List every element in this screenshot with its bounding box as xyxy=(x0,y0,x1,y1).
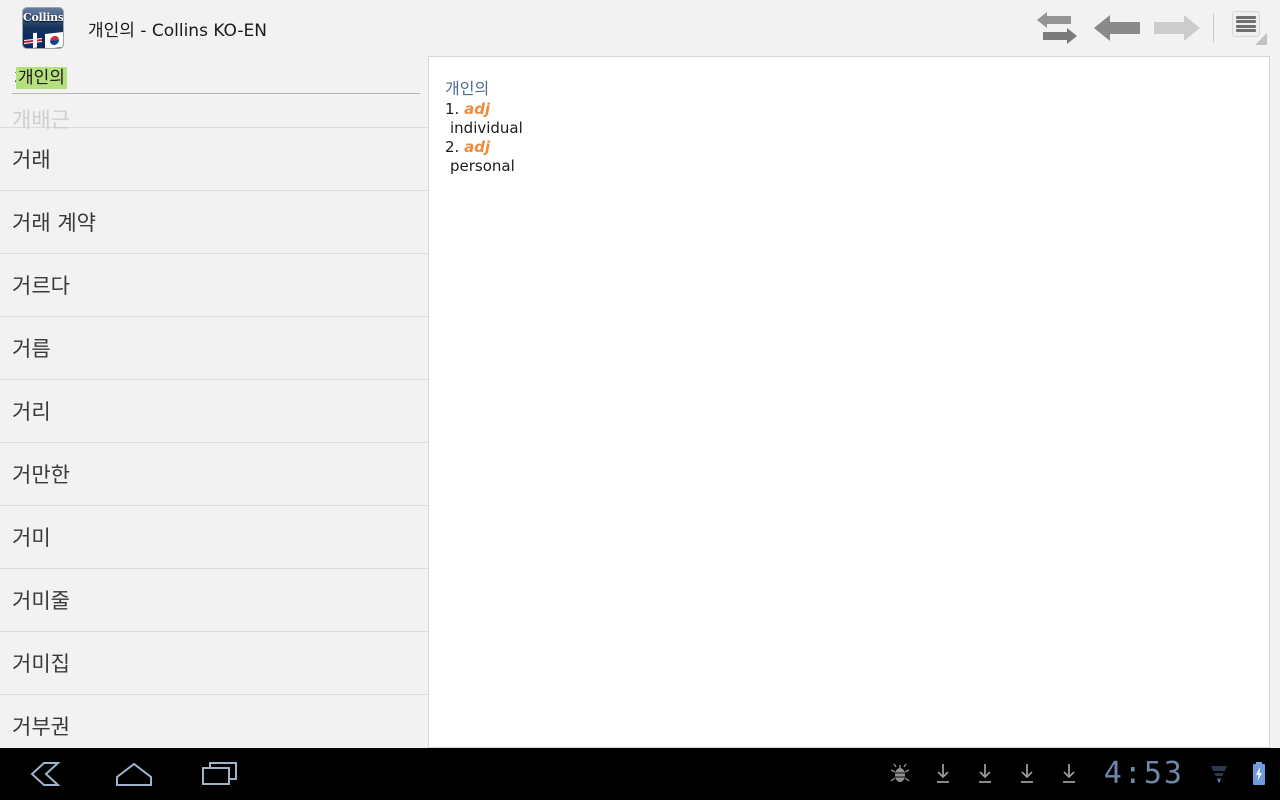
entry-headword: 개인의 xyxy=(445,79,490,98)
arrow-right-icon xyxy=(1154,15,1200,41)
sense-translation: personal xyxy=(450,157,515,175)
word-list[interactable]: 개배근 거래 거래 계약 거르다 거름 거리 거만한 거미 거미줄 거미집 거부… xyxy=(0,87,428,748)
definition-panel: 개인의 1. adj individual 2. adj personal xyxy=(428,56,1270,748)
search-input[interactable] xyxy=(12,64,420,94)
page-title: 개인의 - Collins KO-EN xyxy=(88,20,268,41)
back-button[interactable] xyxy=(1087,5,1147,51)
signal-triangle-icon xyxy=(1211,766,1227,783)
status-clock: 4:53 xyxy=(1103,756,1184,791)
hamburger-menu-icon xyxy=(1232,10,1268,46)
battery-charging-icon xyxy=(1252,762,1266,786)
dictionary-app-window: Collins 개인의 - Collins KO-EN 개배근 거래 거래 계약… xyxy=(0,0,1280,800)
download-arrow-icon xyxy=(936,764,949,783)
korea-flag-icon xyxy=(45,32,63,48)
part-of-speech: adj xyxy=(464,100,491,118)
list-item-label: 거래 xyxy=(12,148,51,172)
back-chevron-icon xyxy=(30,762,61,786)
sense-row: 1. adj xyxy=(445,100,1269,119)
list-item[interactable]: 거래 xyxy=(0,128,428,191)
dropdown-corner-icon xyxy=(1255,33,1267,45)
list-item-label: 개배근 xyxy=(12,108,70,132)
list-item[interactable]: 거미집 xyxy=(0,632,428,695)
list-item-label: 거만한 xyxy=(12,463,70,487)
collins-dictionary-icon: Collins xyxy=(22,7,64,49)
list-item-label: 거름 xyxy=(12,337,51,361)
swap-arrows-icon xyxy=(1035,9,1079,47)
toolbar-divider xyxy=(1213,13,1214,43)
list-item-label: 거리 xyxy=(12,400,51,424)
list-item[interactable]: 거부권 xyxy=(0,695,428,748)
dictionary-entry: 개인의 1. adj individual 2. adj personal xyxy=(429,57,1269,176)
arrow-left-icon xyxy=(1094,15,1140,41)
list-item-label: 거미줄 xyxy=(12,589,70,613)
list-item[interactable]: 거름 xyxy=(0,317,428,380)
android-back-button[interactable] xyxy=(24,757,72,791)
search-selected-text: 개인의 xyxy=(16,67,67,89)
list-item[interactable]: 거리 xyxy=(0,380,428,443)
part-of-speech: adj xyxy=(464,138,491,156)
android-system-bar: 4:53 xyxy=(0,748,1280,800)
list-item-label: 거미 xyxy=(12,526,51,550)
icon-flags xyxy=(23,29,63,48)
download-arrow-icon xyxy=(1062,764,1075,783)
list-item-label: 거르다 xyxy=(12,274,70,298)
sense-translation: individual xyxy=(450,119,523,137)
forward-button[interactable] xyxy=(1147,5,1207,51)
toolbar xyxy=(1027,0,1280,56)
swap-languages-button[interactable] xyxy=(1027,5,1087,51)
menu-button[interactable] xyxy=(1220,5,1280,51)
list-item-label: 거부권 xyxy=(12,715,70,739)
list-item[interactable]: 거르다 xyxy=(0,254,428,317)
list-item[interactable]: 거래 계약 xyxy=(0,191,428,254)
home-icon xyxy=(116,762,152,786)
android-status-icons: 4:53 xyxy=(890,759,1280,789)
download-arrow-icon xyxy=(978,764,991,783)
android-bug-icon xyxy=(890,763,910,782)
icon-wordmark: Collins xyxy=(23,11,64,24)
title-bar: Collins 개인의 - Collins KO-EN xyxy=(0,0,1280,56)
word-list-panel: 개배근 거래 거래 계약 거르다 거름 거리 거만한 거미 거미줄 거미집 거부… xyxy=(0,56,428,748)
list-item[interactable]: 거만한 xyxy=(0,443,428,506)
sense-number: 1. xyxy=(445,100,460,118)
recent-apps-icon xyxy=(202,762,237,785)
list-item-label: 거래 계약 xyxy=(12,211,96,235)
android-home-button[interactable] xyxy=(110,757,158,791)
sense-row: 2. adj xyxy=(445,138,1269,157)
list-item-label: 거미집 xyxy=(12,652,70,676)
sense-number: 2. xyxy=(445,138,460,156)
list-item[interactable]: 거미줄 xyxy=(0,569,428,632)
download-arrow-icon xyxy=(1020,764,1033,783)
android-nav-buttons xyxy=(24,757,244,791)
uk-flag-icon xyxy=(24,32,42,48)
android-recents-button[interactable] xyxy=(196,757,244,791)
list-item[interactable]: 거미 xyxy=(0,506,428,569)
